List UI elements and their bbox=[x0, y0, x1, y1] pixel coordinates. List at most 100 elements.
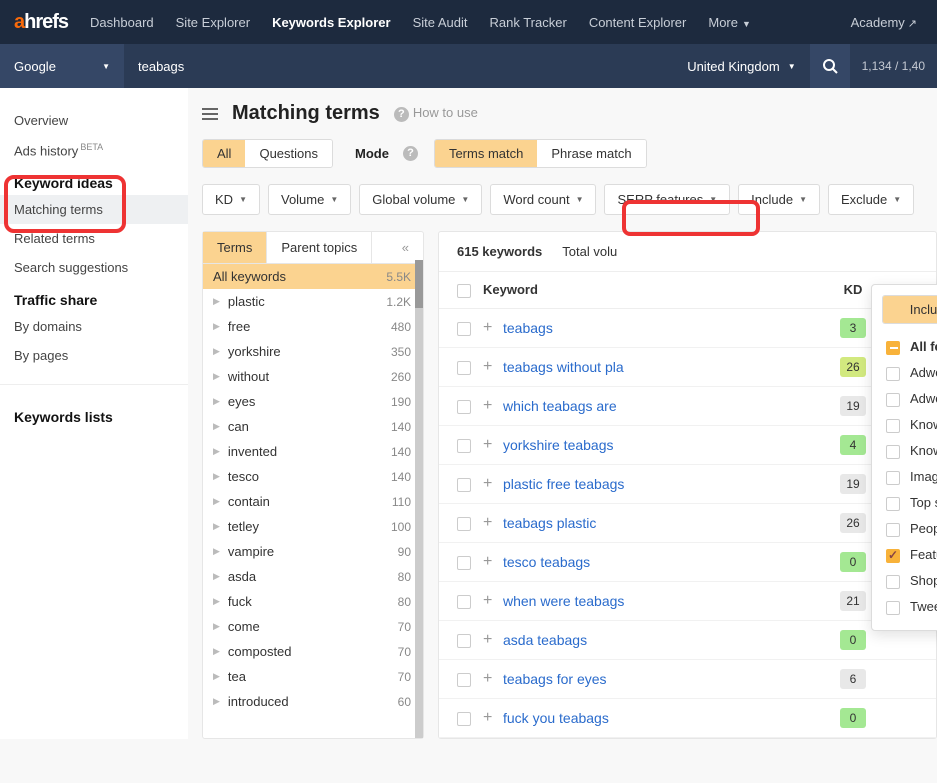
term-row[interactable]: ▶composted70 bbox=[203, 639, 423, 664]
serp-feature-option[interactable]: Knowledge panel bbox=[882, 438, 937, 464]
filter-include[interactable]: Include▼ bbox=[738, 184, 820, 215]
row-checkbox[interactable] bbox=[457, 712, 471, 726]
serp-feature-option[interactable]: People also ask bbox=[882, 516, 937, 542]
row-checkbox[interactable] bbox=[457, 361, 471, 375]
keyword-link[interactable]: teabags plastic bbox=[503, 515, 828, 531]
sidebar-by-pages[interactable]: By pages bbox=[14, 341, 174, 370]
keyword-link[interactable]: asda teabags bbox=[503, 632, 828, 648]
serp-feature-option[interactable]: Top stories bbox=[882, 490, 937, 516]
expand-icon[interactable]: + bbox=[483, 319, 503, 337]
hamburger-icon[interactable] bbox=[202, 105, 218, 123]
keyword-link[interactable]: plastic free teabags bbox=[503, 476, 828, 492]
keyword-input[interactable] bbox=[124, 44, 673, 88]
filter-exclude[interactable]: Exclude▼ bbox=[828, 184, 914, 215]
sidebar-matching-terms[interactable]: Matching terms bbox=[0, 195, 188, 224]
filter-global-volume[interactable]: Global volume▼ bbox=[359, 184, 482, 215]
help-icon[interactable]: ? bbox=[403, 146, 418, 161]
row-checkbox[interactable] bbox=[457, 673, 471, 687]
keyword-link[interactable]: which teabags are bbox=[503, 398, 828, 414]
sidebar-related-terms[interactable]: Related terms bbox=[14, 224, 174, 253]
nav-content-explorer[interactable]: Content Explorer bbox=[579, 3, 697, 42]
dropdown-tab-include[interactable]: Include bbox=[883, 296, 937, 323]
term-row[interactable]: ▶contain110 bbox=[203, 489, 423, 514]
term-row[interactable]: ▶yorkshire350 bbox=[203, 339, 423, 364]
toggle-questions[interactable]: Questions bbox=[245, 140, 332, 167]
expand-icon[interactable]: + bbox=[483, 670, 503, 688]
keyword-link[interactable]: teabags without pla bbox=[503, 359, 828, 375]
tab-parent-topics[interactable]: Parent topics bbox=[267, 232, 372, 263]
scrollbar[interactable] bbox=[415, 260, 423, 738]
collapse-panel-icon[interactable]: « bbox=[388, 232, 423, 263]
select-all-checkbox[interactable] bbox=[457, 284, 471, 298]
serp-feature-option[interactable]: Tweet bbox=[882, 594, 937, 620]
expand-icon[interactable]: + bbox=[483, 514, 503, 532]
row-checkbox[interactable] bbox=[457, 595, 471, 609]
row-checkbox[interactable] bbox=[457, 556, 471, 570]
keyword-link[interactable]: when were teabags bbox=[503, 593, 828, 609]
sidebar-search-suggestions[interactable]: Search suggestions bbox=[14, 253, 174, 282]
serp-feature-option[interactable]: Shopping results bbox=[882, 568, 937, 594]
tab-terms[interactable]: Terms bbox=[203, 232, 267, 263]
expand-icon[interactable]: + bbox=[483, 475, 503, 493]
how-to-use-link[interactable]: ?How to use bbox=[394, 105, 478, 122]
country-select[interactable]: United Kingdom▼ bbox=[673, 59, 809, 74]
serp-feature-option[interactable]: Adwords top bbox=[882, 360, 937, 386]
serp-feature-option[interactable]: Featured snippet bbox=[882, 542, 937, 568]
filter-volume[interactable]: Volume▼ bbox=[268, 184, 351, 215]
term-row[interactable]: ▶introduced60 bbox=[203, 689, 423, 714]
row-checkbox[interactable] bbox=[457, 634, 471, 648]
toggle-all[interactable]: All bbox=[203, 140, 245, 167]
keyword-link[interactable]: tesco teabags bbox=[503, 554, 828, 570]
term-row[interactable]: ▶come70 bbox=[203, 614, 423, 639]
toggle-phrase-match[interactable]: Phrase match bbox=[537, 140, 645, 167]
serp-feature-option[interactable]: Adwords bottom bbox=[882, 386, 937, 412]
expand-icon[interactable]: + bbox=[483, 709, 503, 727]
all-keywords-row[interactable]: All keywords 5.5K bbox=[203, 264, 423, 289]
expand-icon[interactable]: + bbox=[483, 553, 503, 571]
term-row[interactable]: ▶can140 bbox=[203, 414, 423, 439]
engine-select[interactable]: Google▼ bbox=[0, 44, 124, 88]
nav-rank-tracker[interactable]: Rank Tracker bbox=[480, 3, 577, 42]
nav-site-explorer[interactable]: Site Explorer bbox=[166, 3, 260, 42]
nav-more[interactable]: More▼ bbox=[698, 3, 761, 42]
expand-icon[interactable]: + bbox=[483, 592, 503, 610]
filter-kd[interactable]: KD▼ bbox=[202, 184, 260, 215]
term-row[interactable]: ▶eyes190 bbox=[203, 389, 423, 414]
toggle-terms-match[interactable]: Terms match bbox=[435, 140, 537, 167]
logo[interactable]: ahrefs bbox=[14, 11, 68, 34]
keyword-link[interactable]: yorkshire teabags bbox=[503, 437, 828, 453]
nav-dashboard[interactable]: Dashboard bbox=[80, 3, 164, 42]
th-keyword[interactable]: Keyword bbox=[483, 282, 828, 297]
expand-icon[interactable]: + bbox=[483, 436, 503, 454]
search-button[interactable] bbox=[810, 44, 850, 88]
sidebar-by-domains[interactable]: By domains bbox=[14, 312, 174, 341]
term-row[interactable]: ▶tetley100 bbox=[203, 514, 423, 539]
serp-feature-option[interactable]: Image pack bbox=[882, 464, 937, 490]
expand-icon[interactable]: + bbox=[483, 631, 503, 649]
row-checkbox[interactable] bbox=[457, 517, 471, 531]
row-checkbox[interactable] bbox=[457, 322, 471, 336]
nav-site-audit[interactable]: Site Audit bbox=[403, 3, 478, 42]
nav-academy[interactable]: Academy↗ bbox=[841, 3, 927, 42]
sidebar-overview[interactable]: Overview bbox=[14, 106, 174, 135]
term-row[interactable]: ▶invented140 bbox=[203, 439, 423, 464]
filter-serp-features[interactable]: SERP features▼ bbox=[604, 184, 730, 215]
term-row[interactable]: ▶plastic1.2K bbox=[203, 289, 423, 314]
row-checkbox[interactable] bbox=[457, 439, 471, 453]
term-row[interactable]: ▶free480 bbox=[203, 314, 423, 339]
nav-keywords-explorer[interactable]: Keywords Explorer bbox=[262, 3, 401, 42]
row-checkbox[interactable] bbox=[457, 478, 471, 492]
serp-feature-option[interactable]: Knowledge card bbox=[882, 412, 937, 438]
term-row[interactable]: ▶tesco140 bbox=[203, 464, 423, 489]
term-row[interactable]: ▶vampire90 bbox=[203, 539, 423, 564]
term-row[interactable]: ▶tea70 bbox=[203, 664, 423, 689]
expand-icon[interactable]: + bbox=[483, 358, 503, 376]
expand-icon[interactable]: + bbox=[483, 397, 503, 415]
keyword-link[interactable]: teabags bbox=[503, 320, 828, 336]
row-checkbox[interactable] bbox=[457, 400, 471, 414]
term-row[interactable]: ▶fuck80 bbox=[203, 589, 423, 614]
term-row[interactable]: ▶without260 bbox=[203, 364, 423, 389]
keyword-link[interactable]: fuck you teabags bbox=[503, 710, 828, 726]
term-row[interactable]: ▶asda80 bbox=[203, 564, 423, 589]
filter-word-count[interactable]: Word count▼ bbox=[490, 184, 596, 215]
